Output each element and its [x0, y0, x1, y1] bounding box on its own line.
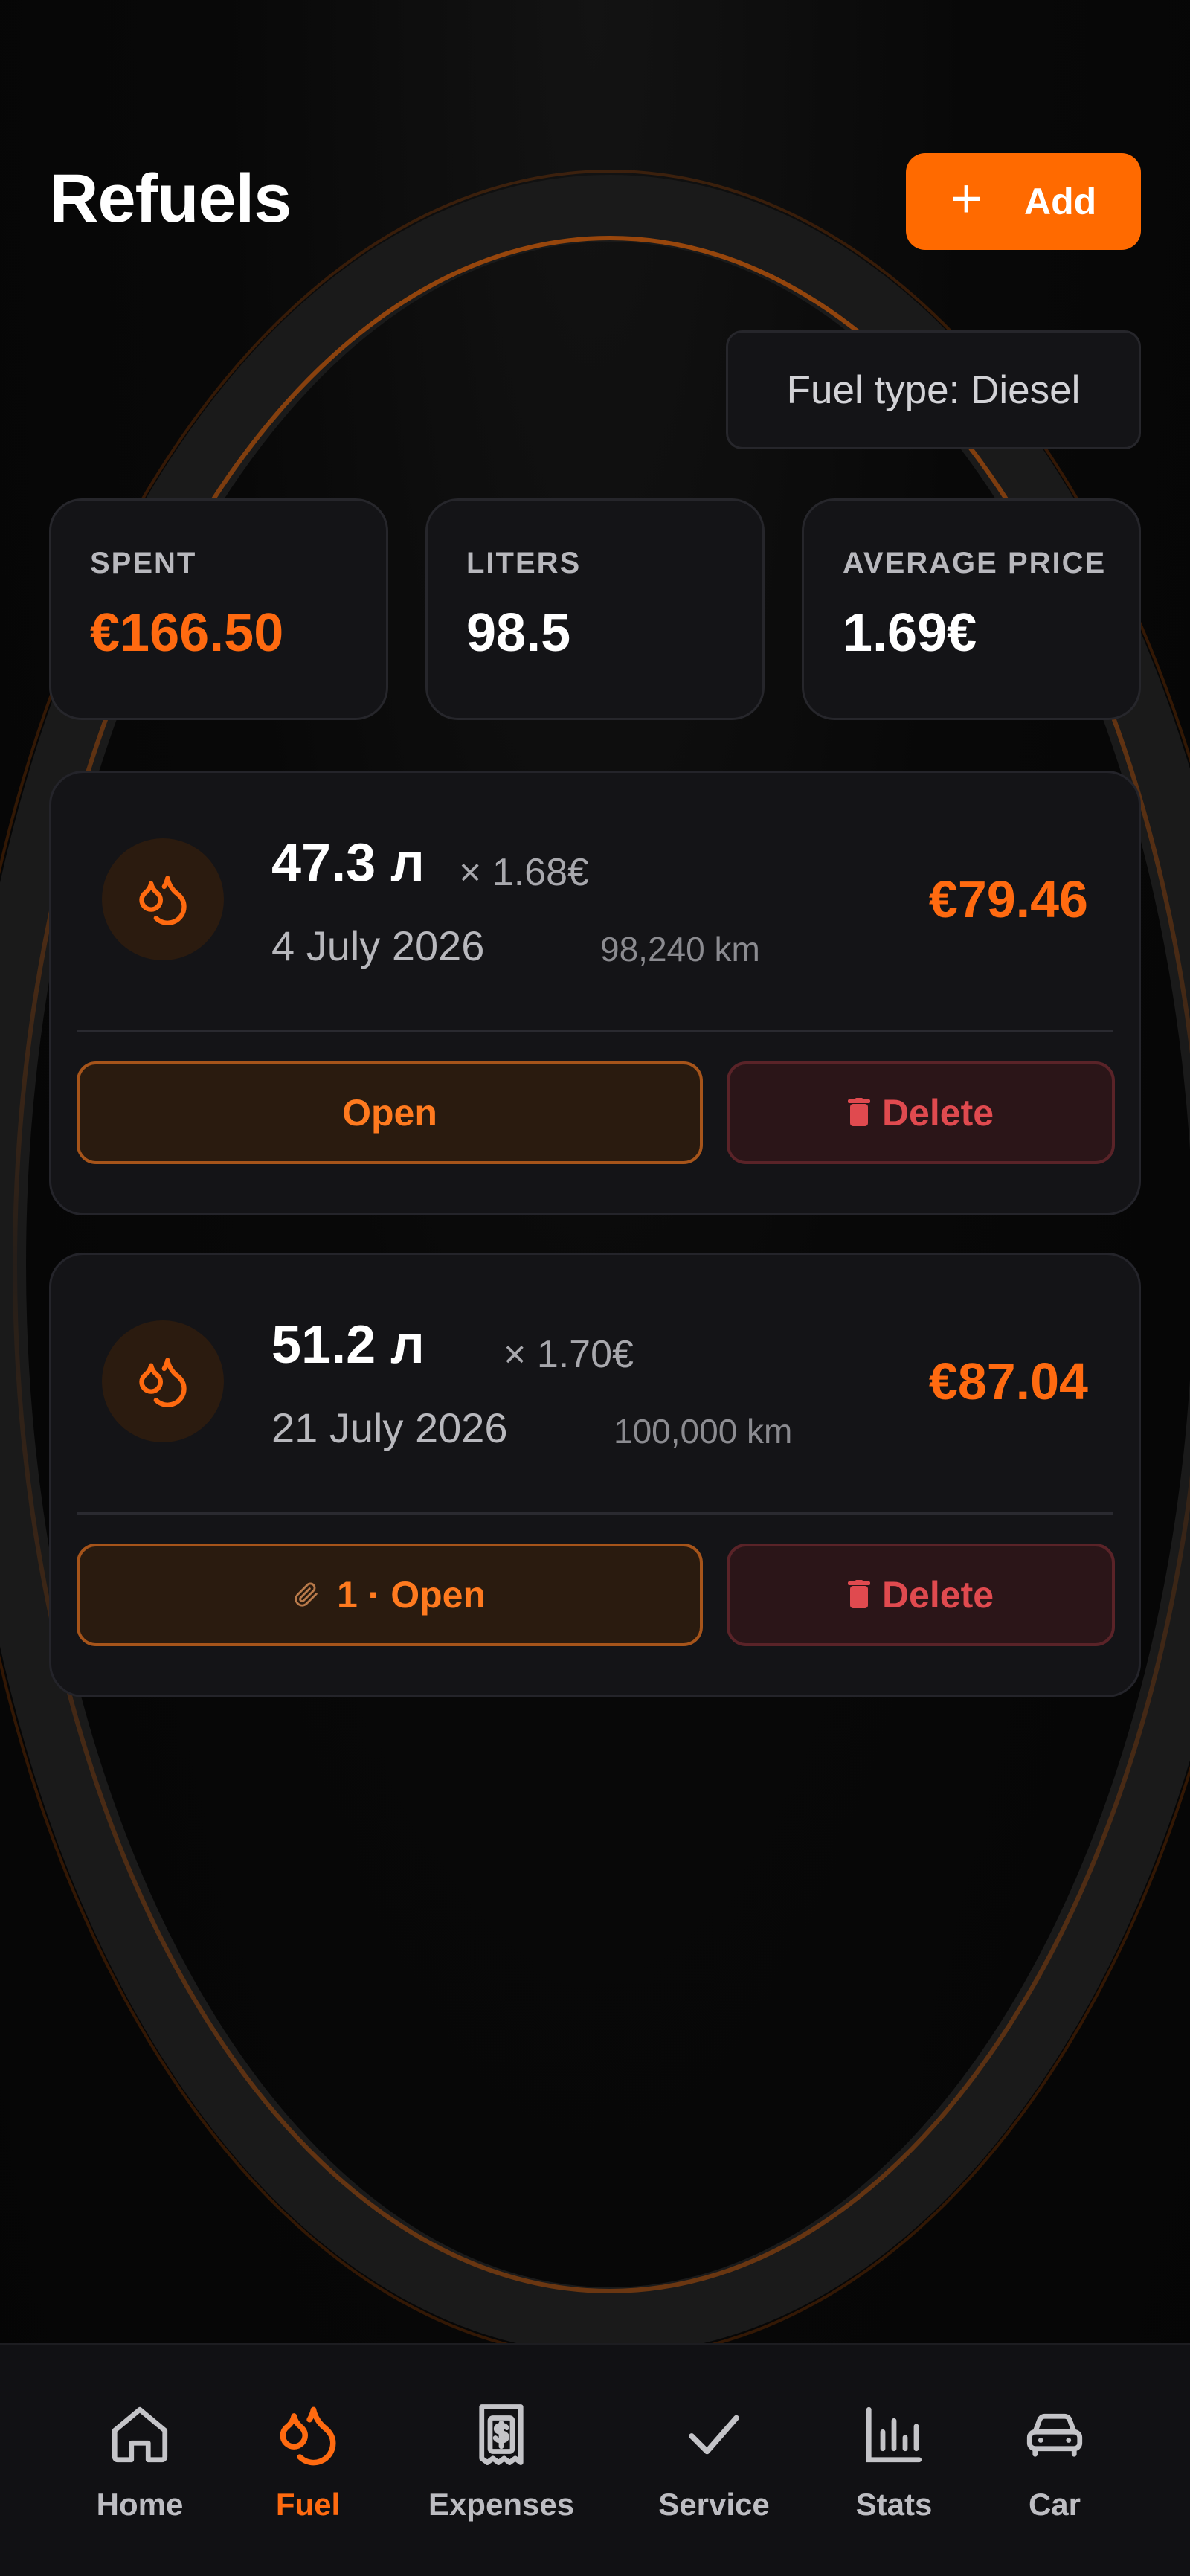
refuel-total: €79.46 [928, 870, 1088, 928]
open-refuel-button[interactable]: Open [77, 1061, 703, 1164]
fuel-type-filter[interactable]: Fuel type: Diesel [726, 330, 1141, 449]
refuel-odometer: 100,000 km [614, 1412, 793, 1451]
trash-icon [847, 1098, 870, 1126]
check-icon [677, 2397, 751, 2472]
open-attachments-button[interactable]: 1 · Open [77, 1544, 703, 1646]
stat-card-average-price: AVERAGE PRICE 1.69€ [802, 498, 1141, 720]
stat-value: €166.50 [90, 603, 284, 663]
refuel-unit-price: × 1.68€ [459, 851, 589, 894]
plus-icon: + [950, 167, 982, 229]
refuel-card: 47.3 л × 1.68€ 4 July 2026 98,240 km €79… [49, 771, 1141, 1215]
refuel-odometer: 98,240 km [600, 930, 760, 969]
delete-refuel-button[interactable]: Delete [727, 1544, 1115, 1646]
stat-card-spent: SPENT €166.50 [49, 498, 388, 720]
nav-item-car[interactable]: Car [980, 2397, 1129, 2522]
delete-refuel-button[interactable]: Delete [727, 1061, 1115, 1164]
card-divider [77, 1030, 1113, 1032]
stat-label: AVERAGE PRICE [843, 547, 1107, 579]
stat-label: LITERS [466, 547, 582, 579]
nav-label: Stats [855, 2487, 933, 2522]
refuel-liters: 51.2 л [271, 1315, 425, 1375]
refuel-liters: 47.3 л [271, 833, 425, 893]
nav-item-stats[interactable]: Stats [820, 2397, 968, 2522]
card-divider [77, 1512, 1113, 1515]
nav-label: Service [658, 2487, 770, 2522]
page-title: Refuels [49, 161, 292, 237]
refuel-date: 21 July 2026 [271, 1404, 508, 1451]
home-icon [103, 2397, 177, 2472]
stat-card-liters: LITERS 98.5 [425, 498, 765, 720]
stat-value: 1.69€ [843, 603, 977, 663]
stat-value: 98.5 [466, 603, 571, 663]
fuel-drop-icon [102, 1320, 224, 1442]
open-button-label: Open [342, 1092, 437, 1134]
receipt-icon [464, 2397, 538, 2472]
car-icon [1017, 2397, 1092, 2472]
bar-chart-icon [857, 2397, 931, 2472]
nav-item-expenses[interactable]: Expenses [427, 2397, 576, 2522]
stat-label: SPENT [90, 547, 197, 579]
nav-label: Home [96, 2487, 184, 2522]
nav-label: Car [1028, 2487, 1081, 2522]
nav-label: Expenses [428, 2487, 575, 2522]
add-button-label: Add [1024, 181, 1097, 222]
add-refuel-button[interactable]: + Add [906, 153, 1141, 250]
fuel-drop-icon [271, 2397, 345, 2472]
refuel-date: 4 July 2026 [271, 922, 485, 969]
nav-label: Fuel [275, 2487, 341, 2522]
paperclip-icon [295, 1582, 318, 1607]
nav-item-fuel[interactable]: Fuel [234, 2397, 382, 2522]
delete-button-label: Delete [881, 1574, 994, 1616]
nav-item-home[interactable]: Home [65, 2397, 214, 2522]
open-button-label: 1 · Open [336, 1574, 486, 1616]
trash-icon [847, 1580, 870, 1608]
refuels-screen: Refuels + Add Fuel type: Diesel SPENT €1… [0, 0, 1190, 2576]
bottom-navigation: Home Fuel Expenses Service Stats Car [0, 2343, 1190, 2576]
nav-item-service[interactable]: Service [640, 2397, 788, 2522]
refuel-unit-price: × 1.70€ [504, 1333, 634, 1376]
delete-button-label: Delete [881, 1092, 994, 1134]
fuel-drop-icon [102, 838, 224, 960]
refuel-total: €87.04 [928, 1352, 1088, 1410]
refuel-card: 51.2 л × 1.70€ 21 July 2026 100,000 km €… [49, 1253, 1141, 1697]
